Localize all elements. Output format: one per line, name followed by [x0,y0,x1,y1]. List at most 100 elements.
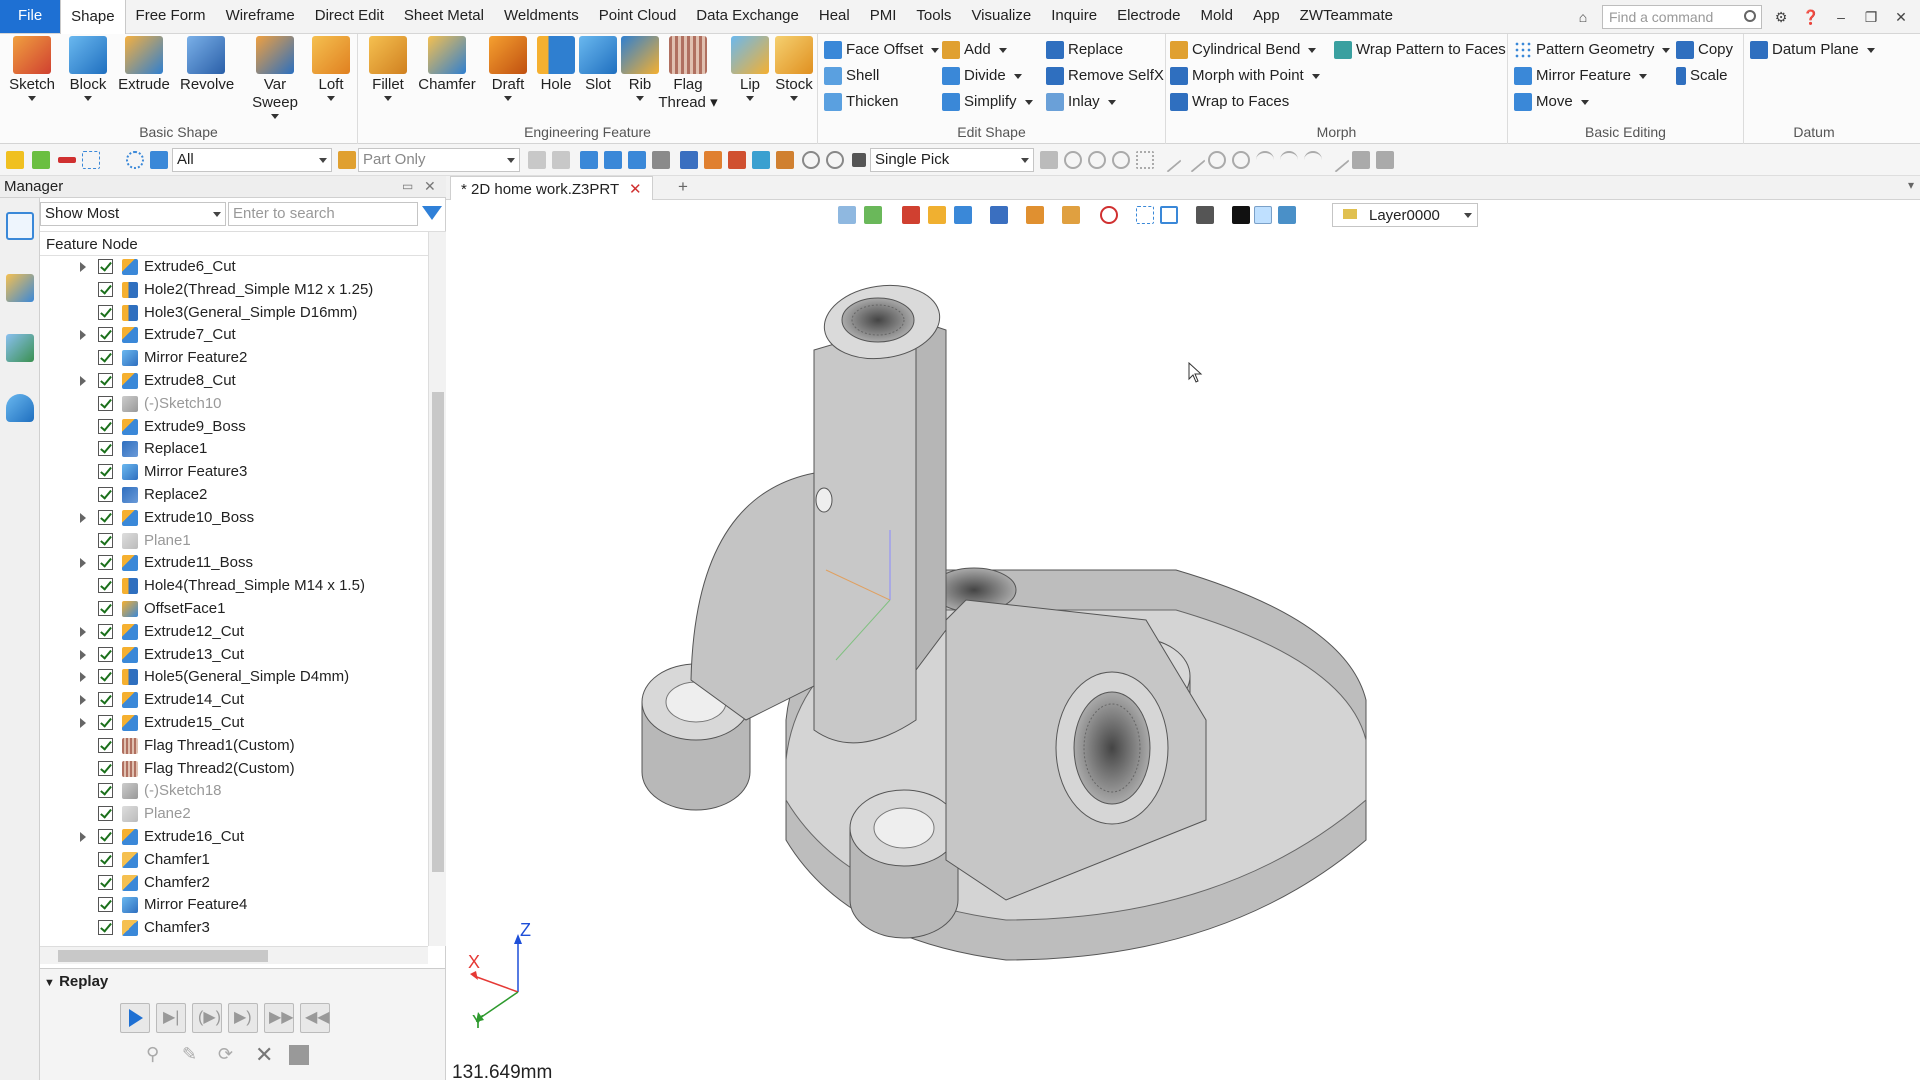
visibility-checkbox[interactable] [98,715,113,730]
edit-button[interactable]: ✎ [176,1041,206,1071]
tree-node[interactable]: Hole4(Thread_Simple M14 x 1.5) [40,575,428,597]
user-icon[interactable] [6,394,34,422]
replay-header[interactable]: ▼ Replay [44,973,108,990]
extrude-button[interactable]: Extrude [118,36,170,116]
expand-arrow-icon[interactable] [80,330,86,341]
scope-select[interactable]: Part Only [358,148,520,172]
command-search-input[interactable]: Find a command [1602,5,1762,29]
settings-icon[interactable]: ⚙ [1770,9,1792,26]
revolve-button[interactable]: Revolve [180,36,234,116]
add-button[interactable]: Add [942,38,1007,62]
tree-node[interactable]: Hole2(Thread_Simple M12 x 1.25) [40,279,428,301]
filter-select[interactable]: All [172,148,332,172]
tree-node[interactable]: Extrude11_Boss [40,552,428,574]
tree-node[interactable]: (-)Sketch10 [40,393,428,415]
menu-zwteammate[interactable]: ZWTeammate [1290,0,1403,33]
stock-button[interactable]: Stock [768,36,820,116]
thicken-button[interactable]: Thicken [824,90,899,114]
flag-thread-button[interactable]: Flag Thread ▾ [658,36,718,126]
menu-heal[interactable]: Heal [809,0,860,33]
menu-file[interactable]: File [0,0,61,33]
menu-direct-edit[interactable]: Direct Edit [305,0,394,33]
step-in-button[interactable]: (▶) [192,1003,222,1033]
restore-icon[interactable]: ❐ [1860,9,1882,26]
visibility-checkbox[interactable] [98,920,113,936]
tree-node[interactable]: Extrude13_Cut [40,644,428,666]
search-icon[interactable] [1744,10,1756,22]
visibility-checkbox[interactable] [98,509,113,525]
expand-arrow-icon[interactable] [80,718,86,728]
document-tab[interactable]: * 2D home work.Z3PRT ✕ [450,176,653,200]
tree-node[interactable]: Mirror Feature3 [40,461,428,483]
tree-node[interactable]: Plane1 [40,530,428,552]
datum-plane-button[interactable]: Datum Plane [1750,38,1875,62]
remove-selfx-button[interactable]: Remove SelfX [1046,64,1164,88]
play-button[interactable] [120,1003,150,1033]
remove-pick-icon[interactable] [58,157,76,163]
draft-button[interactable]: Draft [482,36,534,116]
pin-icon[interactable]: ▭ [402,179,413,193]
snap-surface-2-icon[interactable] [1376,151,1394,169]
3d-viewport[interactable]: Layer0000 Z X Y 131.649mm [446,200,1920,1083]
tree-node[interactable]: Extrude9_Boss [40,416,428,438]
align-icon[interactable] [528,151,546,169]
visibility-checkbox[interactable] [98,532,113,548]
list-4-icon[interactable] [652,151,670,169]
expand-arrow-icon[interactable] [80,672,86,683]
undo-icon[interactable] [826,151,844,169]
visibility-checkbox[interactable] [98,281,113,297]
visibility-checkbox[interactable] [98,350,113,366]
visibility-checkbox[interactable] [98,395,113,411]
tree-node[interactable]: Flag Thread2(Custom) [40,758,428,780]
snap-center-icon[interactable] [1088,151,1106,169]
wrap-to-faces-button[interactable]: Wrap to Faces [1170,90,1289,114]
delete-button[interactable]: ✕ [248,1041,278,1071]
snap-grid-icon[interactable] [1136,151,1154,169]
menu-data-exchange[interactable]: Data Exchange [686,0,809,33]
tree-node[interactable]: Extrude7_Cut [40,324,428,346]
visibility-checkbox[interactable] [98,464,113,480]
visibility-checkbox[interactable] [98,760,113,776]
visibility-checkbox[interactable] [98,487,113,502]
show-mode-select[interactable]: Show Most [40,202,226,226]
tab-close-icon[interactable]: ✕ [629,181,642,198]
tree-node[interactable]: Extrude16_Cut [40,826,428,848]
select-arrow-icon[interactable] [6,151,24,169]
minimize-icon[interactable]: – [1830,9,1852,25]
view-manager-icon[interactable] [6,334,34,362]
sketch-button[interactable]: Sketch [6,36,58,116]
tree-search-input[interactable]: Enter to search [228,202,418,226]
snap-play-icon[interactable] [1112,151,1130,169]
var-sweep-button[interactable]: Var Sweep [242,36,308,119]
pointer-icon[interactable] [680,151,698,169]
tree-node[interactable]: Extrude15_Cut [40,712,428,734]
pattern-geometry-button[interactable]: Pattern Geometry [1514,38,1671,62]
visibility-checkbox[interactable] [98,897,113,913]
tree-node[interactable]: (-)Sketch18 [40,780,428,802]
wrap-pattern-to-faces-button[interactable]: Wrap Pattern to Faces [1334,38,1506,62]
cylindrical-bend-button[interactable]: Cylindrical Bend [1170,38,1317,62]
menu-visualize[interactable]: Visualize [961,0,1041,33]
tree-node[interactable]: Extrude6_Cut [40,256,428,278]
rewind-button[interactable]: ◀◀ [300,1003,330,1033]
folder-icon[interactable] [728,151,746,169]
list-3-icon[interactable] [628,151,646,169]
tree-vertical-scrollbar[interactable] [428,232,446,946]
visibility-checkbox[interactable] [98,555,113,571]
list-icon[interactable] [580,151,598,169]
tree-node[interactable]: Extrude10_Boss [40,507,428,529]
snap-line-icon[interactable] [1156,147,1182,173]
menu-sheet-metal[interactable]: Sheet Metal [394,0,494,33]
visibility-checkbox[interactable] [98,304,113,320]
loft-button[interactable]: Loft [308,36,354,116]
suppress-button[interactable] [284,1041,314,1071]
fillet-button[interactable]: Fillet [362,36,414,116]
menu-app[interactable]: App [1243,0,1290,33]
menu-pmi[interactable]: PMI [860,0,907,33]
part-manager-icon[interactable] [6,274,34,302]
visibility-checkbox[interactable] [98,851,113,867]
snap-curve-2-icon[interactable] [1280,151,1298,169]
visibility-checkbox[interactable] [98,327,113,343]
snap-circle-icon[interactable] [1208,151,1226,169]
menu-tools[interactable]: Tools [906,0,961,33]
